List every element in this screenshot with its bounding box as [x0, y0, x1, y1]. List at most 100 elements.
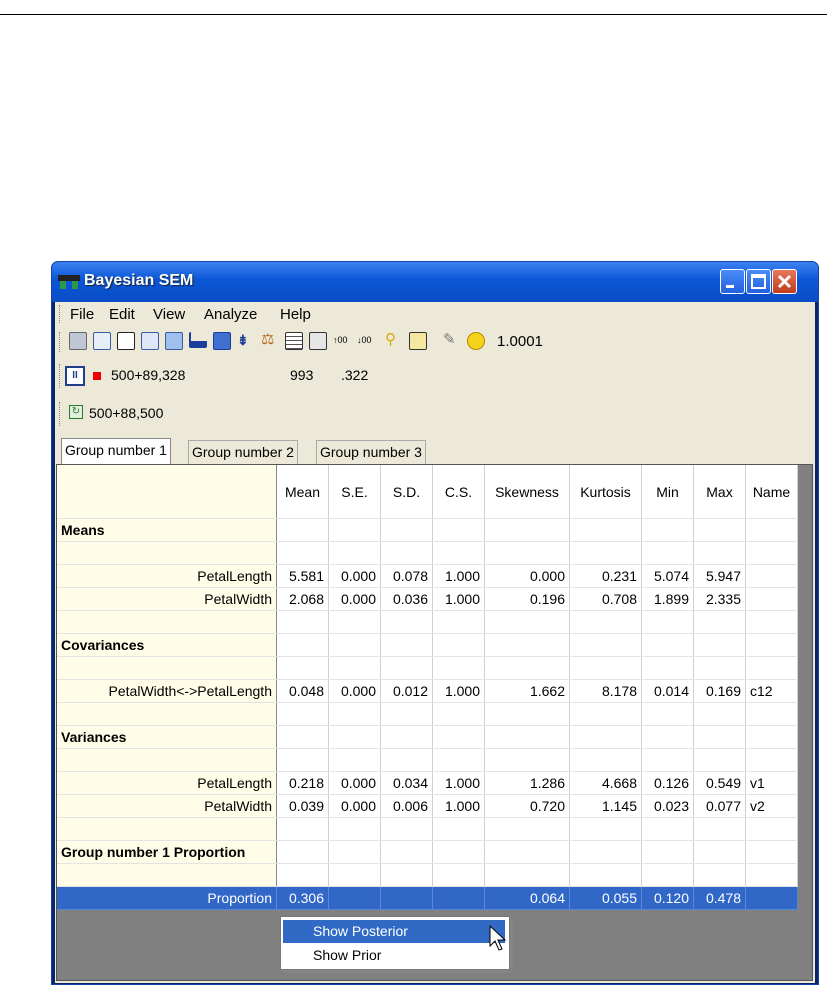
table-row[interactable]: PetalWidth 0.039 0.000 0.006 1.000 0.720 1.145…	[57, 794, 798, 818]
menu-view[interactable]: View	[153, 306, 185, 323]
refresh-icon[interactable]: ↻	[69, 405, 83, 419]
cell-mean: 0.039	[276, 794, 329, 818]
decimal-decrease-icon[interactable]: ↓00	[357, 332, 373, 348]
table-row[interactable]: PetalLength 0.218 0.000 0.034 1.000 1.286 4.66…	[57, 771, 798, 795]
clipboard-icon[interactable]	[165, 332, 183, 350]
save-icon[interactable]	[141, 332, 159, 350]
cell-min: 0.120	[641, 886, 694, 910]
menu-help[interactable]: Help	[280, 306, 311, 323]
cell-se: 0.000	[328, 794, 381, 818]
menu-edit[interactable]: Edit	[109, 306, 135, 323]
spacer-row	[57, 541, 798, 565]
print-icon[interactable]	[69, 332, 87, 350]
convergence-value: 1.0001	[497, 333, 543, 350]
cell-mean: 0.048	[276, 679, 329, 703]
plot-icon[interactable]	[213, 332, 231, 350]
cell-max: 0.549	[693, 771, 746, 795]
cell-mean: 0.218	[276, 771, 329, 795]
balance-icon[interactable]: ⚖	[261, 332, 277, 348]
book-icon[interactable]	[409, 332, 427, 350]
bayesian-sem-window: Bayesian SEM File Edit View Analyze Help	[51, 261, 819, 985]
trace-icon[interactable]: ⇟	[237, 332, 253, 348]
spacer-row	[57, 748, 798, 772]
menu-file[interactable]: File	[70, 306, 94, 323]
cell-se: 0.000	[328, 771, 381, 795]
copy-icon[interactable]	[117, 332, 135, 350]
cell-cs: 1.000	[432, 587, 485, 611]
cell-mean: 5.581	[276, 564, 329, 588]
sampling-status: II 500+89,328 993 .322	[55, 360, 815, 392]
cell-max: 0.169	[693, 679, 746, 703]
wrench-icon[interactable]: ✎	[443, 332, 459, 348]
decimal-increase-icon[interactable]: ↑00	[333, 332, 349, 348]
stop-button[interactable]	[93, 372, 101, 380]
page-rule	[0, 14, 827, 15]
cell-skewness: 0.064	[484, 886, 570, 910]
tab-group-1[interactable]: Group number 1	[61, 438, 171, 465]
col-sd[interactable]: S.D.	[380, 465, 433, 519]
col-skewness[interactable]: Skewness	[484, 465, 570, 519]
cell-sd: 0.036	[380, 587, 433, 611]
maximize-button[interactable]	[746, 269, 771, 294]
table-row[interactable]: PetalWidth 2.068 0.000 0.036 1.000 0.196 0.708…	[57, 587, 798, 611]
section-row: Variances	[57, 725, 798, 749]
toolbar: ⇟ ⚖ ↑00 ↓00 ⚲ ✎ 1.0001	[55, 328, 815, 356]
cell-se: 0.000	[328, 587, 381, 611]
cell-name: v1	[745, 771, 798, 795]
col-kurtosis[interactable]: Kurtosis	[569, 465, 642, 519]
col-max[interactable]: Max	[693, 465, 746, 519]
cell-max: 5.947	[693, 564, 746, 588]
header-corner	[57, 465, 277, 519]
row-label: PetalWidth	[57, 794, 277, 818]
estimates-grid: Mean S.E. S.D. C.S. Skewness Kurtosis Mi…	[56, 464, 813, 981]
tab-group-2[interactable]: Group number 2	[188, 440, 298, 464]
pause-button[interactable]: II	[65, 366, 85, 386]
table-row[interactable]: PetalLength 5.581 0.000 0.078 1.000 0.000 0.23…	[57, 564, 798, 588]
sample-count: 500+89,328	[111, 367, 186, 383]
cell-min: 0.014	[641, 679, 694, 703]
cell-skewness: 0.196	[484, 587, 570, 611]
table-row-selected[interactable]: Proportion 0.306 0.064 0.055 0.120 0.478	[57, 886, 798, 910]
tab-group-3[interactable]: Group number 3	[316, 440, 426, 464]
thumbtack-icon[interactable]: ⚲	[385, 332, 401, 348]
burn-in-count: 500+88,500	[89, 405, 164, 421]
close-button[interactable]	[772, 269, 797, 294]
group-tabs: Group number 1 Group number 2 Group numb…	[55, 438, 815, 465]
cell-kurtosis: 4.668	[569, 771, 642, 795]
close-icon	[777, 274, 792, 289]
header-row: Mean S.E. S.D. C.S. Skewness Kurtosis Mi…	[57, 465, 798, 519]
histogram-icon[interactable]	[189, 332, 207, 348]
context-menu: Show Posterior Show Prior	[280, 916, 510, 970]
col-name[interactable]: Name	[745, 465, 798, 519]
window-icon[interactable]	[309, 332, 327, 350]
table-row[interactable]: PetalWidth<->PetalLength 0.048 0.000 0.012 1…	[57, 679, 798, 703]
spacer-row	[57, 863, 798, 887]
show-posterior-item[interactable]: Show Posterior	[283, 920, 505, 943]
row-label: PetalLength	[57, 771, 277, 795]
cell-max: 0.478	[693, 886, 746, 910]
col-min[interactable]: Min	[641, 465, 694, 519]
spacer-row	[57, 702, 798, 726]
preview-icon[interactable]	[93, 332, 111, 350]
title-bar[interactable]: Bayesian SEM	[52, 262, 818, 302]
section-row: Means	[57, 518, 798, 542]
menu-grip	[59, 305, 63, 323]
cell-cs: 1.000	[432, 794, 485, 818]
smiley-icon[interactable]	[467, 332, 485, 350]
col-mean[interactable]: Mean	[276, 465, 329, 519]
cell-cs: 1.000	[432, 771, 485, 795]
spacer-row	[57, 656, 798, 680]
menu-analyze[interactable]: Analyze	[204, 306, 257, 323]
minimize-button[interactable]	[720, 269, 745, 294]
col-se[interactable]: S.E.	[328, 465, 381, 519]
section-row: Group number 1 Proportion	[57, 840, 798, 864]
show-prior-item[interactable]: Show Prior	[283, 944, 505, 967]
row-label: PetalWidth	[57, 587, 277, 611]
table-icon[interactable]	[285, 332, 303, 350]
cell-sd	[380, 886, 433, 910]
cell-name: v2	[745, 794, 798, 818]
col-cs[interactable]: C.S.	[432, 465, 485, 519]
row-label: PetalWidth<->PetalLength	[57, 679, 277, 703]
cell-skewness: 1.286	[484, 771, 570, 795]
cell-name	[745, 587, 798, 611]
